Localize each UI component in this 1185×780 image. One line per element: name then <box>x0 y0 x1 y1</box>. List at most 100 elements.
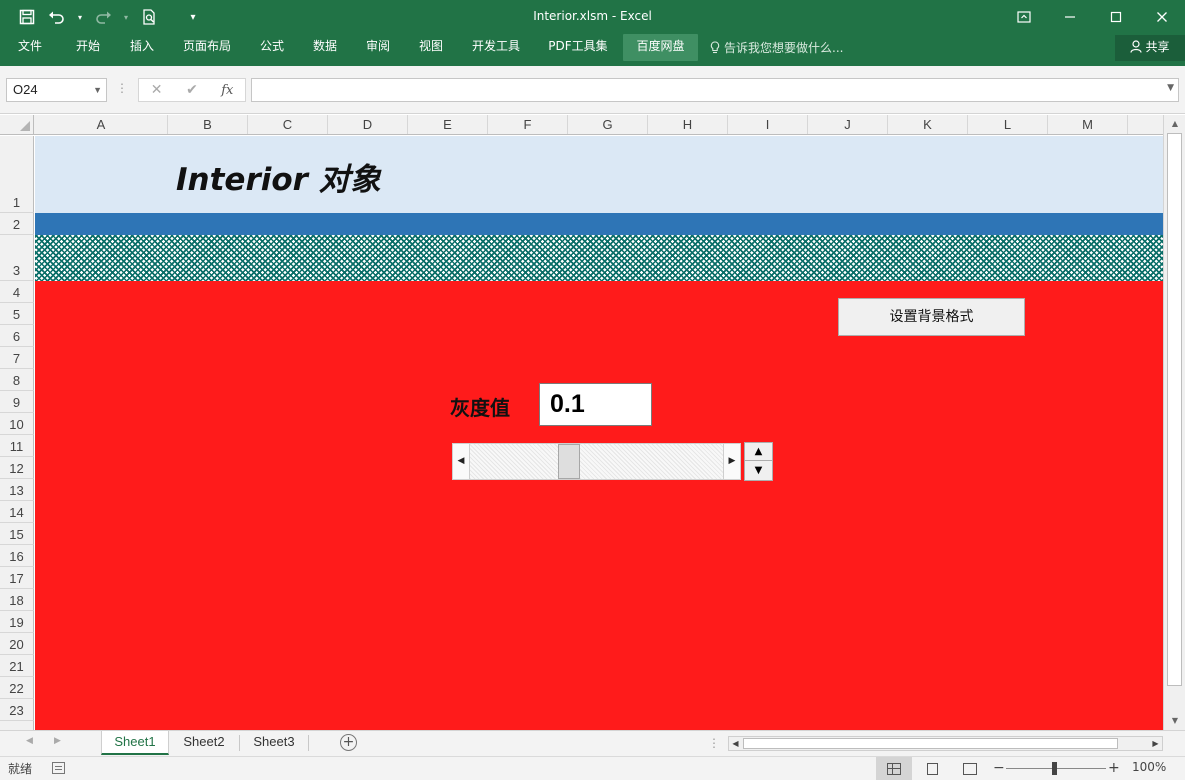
add-sheet-icon[interactable]: + <box>340 734 357 751</box>
column-header-h[interactable]: H <box>648 115 728 134</box>
zoom-slider-thumb[interactable] <box>1052 762 1057 775</box>
vertical-scrollbar-thumb[interactable] <box>1167 133 1182 686</box>
next-sheet-icon[interactable]: ▶ <box>54 736 61 746</box>
row-header[interactable]: 16 <box>0 545 34 567</box>
column-header-e[interactable]: E <box>408 115 488 134</box>
gray-value-textbox[interactable]: 0.1 <box>539 383 652 426</box>
row-header[interactable]: 23 <box>0 699 34 721</box>
column-header-f[interactable]: F <box>488 115 568 134</box>
column-header-d[interactable]: D <box>328 115 408 134</box>
tab-file[interactable]: 文件 <box>10 34 50 61</box>
tell-me-search[interactable]: 告诉我您想要做什么... <box>710 38 843 58</box>
row-header[interactable]: 1 <box>0 136 34 213</box>
tab-insert[interactable]: 插入 <box>122 34 162 61</box>
scroll-right-icon[interactable]: ▶ <box>723 444 740 479</box>
zoom-level[interactable]: 100% <box>1132 760 1166 774</box>
zoom-out-icon[interactable]: − <box>993 760 1005 776</box>
tab-page-layout[interactable]: 页面布局 <box>176 34 238 61</box>
sheet-tab-sheet1[interactable]: Sheet1 <box>101 731 169 755</box>
pattern-band-row[interactable] <box>35 235 1163 281</box>
sheet-tab-sheet2[interactable]: Sheet2 <box>171 731 237 755</box>
row-header[interactable]: 11 <box>0 435 34 457</box>
column-header-m[interactable]: M <box>1048 115 1128 134</box>
share-button[interactable]: 共享 <box>1115 35 1185 61</box>
zoom-in-icon[interactable]: + <box>1108 760 1120 776</box>
tab-developer[interactable]: 开发工具 <box>465 34 527 61</box>
chevron-down-icon[interactable]: ▼ <box>93 79 102 101</box>
tab-home[interactable]: 开始 <box>68 34 108 61</box>
page-layout-view-button[interactable] <box>914 757 950 780</box>
formula-bar-grip[interactable]: ⋮ <box>116 81 128 95</box>
row-header[interactable]: 12 <box>0 457 34 479</box>
row-header[interactable]: 18 <box>0 589 34 611</box>
row-header[interactable]: 6 <box>0 325 34 347</box>
row-header[interactable]: 9 <box>0 391 34 413</box>
scrollbar-thumb[interactable] <box>558 444 580 479</box>
column-header-a[interactable]: A <box>35 115 168 134</box>
row-header[interactable]: 17 <box>0 567 34 589</box>
sheet-tab-sheet3[interactable]: Sheet3 <box>241 731 307 755</box>
scroll-down-icon[interactable]: ▼ <box>1167 714 1183 728</box>
gray-scrollbar[interactable]: ◀ ▶ <box>452 443 741 480</box>
column-header-k[interactable]: K <box>888 115 968 134</box>
column-header-l[interactable]: L <box>968 115 1048 134</box>
ribbon-display-icon[interactable] <box>1001 0 1047 34</box>
row-header[interactable]: 20 <box>0 633 34 655</box>
scroll-left-icon[interactable]: ◀ <box>729 737 742 750</box>
maximize-icon[interactable] <box>1093 0 1139 34</box>
row-header[interactable]: 19 <box>0 611 34 633</box>
column-header-j[interactable]: J <box>808 115 888 134</box>
insert-function-icon[interactable]: fx <box>210 83 245 98</box>
row-header[interactable]: 3 <box>0 235 34 281</box>
select-all-button[interactable] <box>0 115 34 134</box>
column-header-g[interactable]: G <box>568 115 648 134</box>
close-icon[interactable] <box>1139 0 1185 34</box>
horizontal-scrollbar-thumb[interactable] <box>743 738 1118 749</box>
page-break-preview-button[interactable] <box>952 757 988 780</box>
tab-pdf-tools[interactable]: PDF工具集 <box>542 34 614 61</box>
row-header[interactable]: 14 <box>0 501 34 523</box>
row-header[interactable]: 21 <box>0 655 34 677</box>
row-header[interactable]: 8 <box>0 369 34 391</box>
enter-icon[interactable]: ✔ <box>174 82 209 98</box>
row-header[interactable]: 22 <box>0 677 34 699</box>
row-header[interactable] <box>0 721 34 730</box>
macro-record-icon[interactable] <box>52 762 65 774</box>
gray-spin-button[interactable]: ▲ ▼ <box>744 442 773 481</box>
tab-split-grip[interactable]: ⋮ <box>708 736 720 750</box>
tab-data[interactable]: 数据 <box>305 34 345 61</box>
formula-input[interactable]: ▼ <box>251 78 1179 102</box>
minimize-icon[interactable] <box>1047 0 1093 34</box>
row-header[interactable]: 4 <box>0 281 34 303</box>
expand-formula-icon[interactable]: ▼ <box>1167 83 1174 93</box>
scroll-left-icon[interactable]: ◀ <box>453 444 470 479</box>
row-header[interactable]: 15 <box>0 523 34 545</box>
normal-view-button[interactable] <box>876 757 912 780</box>
column-header-n-partial[interactable] <box>1128 115 1163 134</box>
vertical-scrollbar[interactable]: ▲ ▼ <box>1163 115 1185 730</box>
blue-band-row[interactable] <box>35 213 1163 235</box>
scroll-right-icon[interactable]: ▶ <box>1149 737 1162 750</box>
row-header[interactable]: 10 <box>0 413 34 435</box>
set-background-button[interactable]: 设置背景格式 <box>838 298 1025 336</box>
column-header-b[interactable]: B <box>168 115 248 134</box>
cancel-icon[interactable]: ✕ <box>139 82 174 98</box>
row-header[interactable]: 7 <box>0 347 34 369</box>
row-header[interactable]: 5 <box>0 303 34 325</box>
previous-sheet-icon[interactable]: ◀ <box>26 736 33 746</box>
spin-down-icon[interactable]: ▼ <box>745 462 772 480</box>
scroll-up-icon[interactable]: ▲ <box>1167 117 1183 131</box>
name-box[interactable]: O24 ▼ <box>6 78 107 102</box>
column-header-i[interactable]: I <box>728 115 808 134</box>
scrollbar-track[interactable] <box>470 444 723 479</box>
horizontal-scrollbar[interactable]: ◀ ▶ <box>728 736 1163 751</box>
title-row[interactable]: Interior 对象 <box>35 136 1163 213</box>
column-header-c[interactable]: C <box>248 115 328 134</box>
tab-baidu-netdisk[interactable]: 百度网盘 <box>623 34 698 61</box>
tab-formulas[interactable]: 公式 <box>252 34 292 61</box>
tab-view[interactable]: 视图 <box>411 34 451 61</box>
row-header[interactable]: 13 <box>0 479 34 501</box>
row-header[interactable]: 2 <box>0 213 34 235</box>
tab-review[interactable]: 审阅 <box>358 34 398 61</box>
spin-up-icon[interactable]: ▲ <box>745 443 772 461</box>
